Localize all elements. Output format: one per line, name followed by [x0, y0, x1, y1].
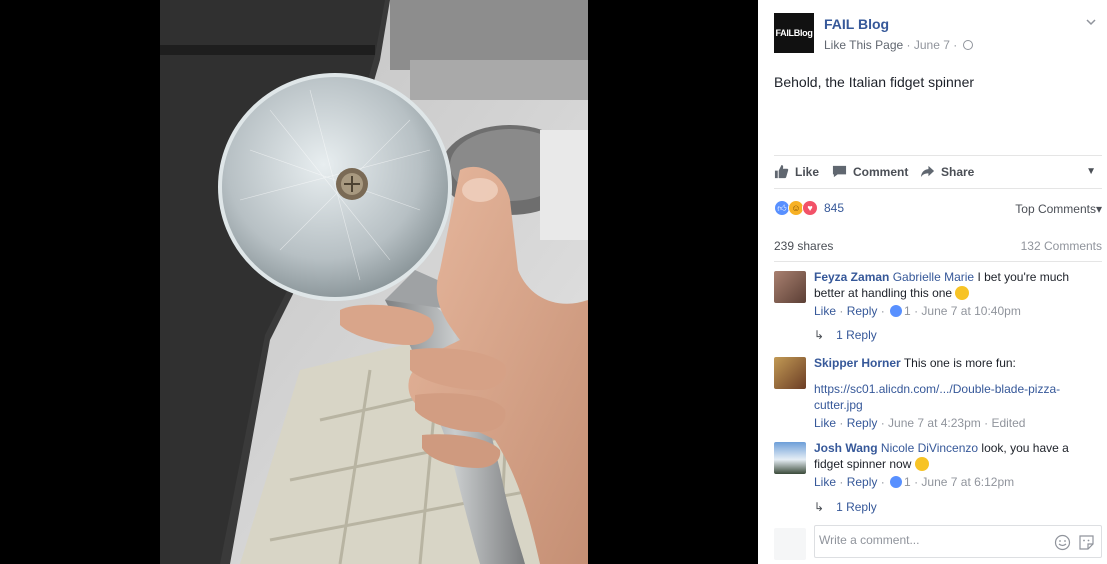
separator-dot: ·	[953, 38, 958, 52]
post-date[interactable]: June 7	[914, 38, 950, 52]
replies-label: 1 Reply	[836, 328, 877, 342]
comment-body: Skipper Horner This one is more fun: htt…	[814, 355, 1084, 431]
share-arrow-icon	[920, 165, 935, 178]
comment-time[interactable]: June 7 at 10:40pm	[921, 304, 1020, 318]
comment-author[interactable]: Skipper Horner	[814, 356, 901, 370]
reply-arrow-icon: ↳	[814, 328, 825, 342]
comment-time[interactable]: June 7 at 6:12pm	[921, 475, 1014, 489]
comment-time[interactable]: June 7 at 4:23pm	[888, 416, 981, 430]
comment-like-link[interactable]: Like	[814, 416, 836, 430]
comment-meta: Like · Reply · 1 · June 7 at 6:12pm	[814, 475, 1015, 489]
post-options-chevron-icon[interactable]	[1085, 16, 1097, 28]
share-button[interactable]: Share	[920, 164, 974, 179]
comment-reply-link[interactable]: Reply	[847, 304, 878, 318]
comment-like-link[interactable]: Like	[814, 304, 836, 318]
smile-emoji-icon	[955, 286, 970, 300]
comment-meta: Like · Reply · 1 · June 7 at 10:40pm	[814, 304, 1021, 318]
like-count[interactable]: 1	[904, 304, 911, 318]
post-actions-bar: Like Comment Share ▼	[774, 155, 1102, 189]
post-panel: FAILBlog FAIL Blog Like This Page · June…	[758, 0, 1107, 564]
page-avatar[interactable]: FAILBlog	[774, 13, 814, 53]
comment-like-link[interactable]: Like	[814, 475, 836, 489]
like-count[interactable]: 1	[904, 475, 911, 489]
tagged-user[interactable]: Gabrielle Marie	[893, 270, 974, 284]
page-name-link[interactable]: FAIL Blog	[824, 16, 889, 32]
sticker-icon[interactable]	[1078, 534, 1095, 551]
like-count-icon	[890, 305, 903, 317]
avatar[interactable]	[774, 442, 806, 474]
view-replies-link[interactable]: ↳ 1 Reply	[814, 500, 877, 514]
like-count-icon	[890, 476, 903, 488]
avatar[interactable]	[774, 271, 806, 303]
edited-label[interactable]: Edited	[991, 416, 1025, 430]
comment-reply-link[interactable]: Reply	[847, 475, 878, 489]
avatar[interactable]	[774, 357, 806, 389]
page-avatar-logo: FAILBlog	[775, 28, 813, 38]
comment-url-link[interactable]: https://sc01.alicdn.com/.../Double-blade…	[814, 381, 1084, 413]
comment-body: Josh Wang Nicole DiVincenzo look, you ha…	[814, 440, 1084, 490]
post-photo[interactable]	[160, 0, 588, 564]
top-comments-dropdown[interactable]: Top Comments▾	[1015, 202, 1102, 216]
comment-body: Feyza Zaman Gabrielle Marie I bet you're…	[814, 269, 1084, 319]
tongue-emoji-icon	[914, 457, 929, 471]
comments-count-link[interactable]: 132 Comments	[1021, 239, 1102, 253]
like-page-link[interactable]: Like This Page	[824, 38, 903, 52]
comment-meta: Like · Reply · June 7 at 4:23pm · Edited	[814, 416, 1026, 430]
replies-label: 1 Reply	[836, 500, 877, 514]
post-subline: Like This Page · June 7 ·	[824, 38, 973, 52]
view-replies-link[interactable]: ↳ 1 Reply	[814, 328, 877, 342]
audience-caret-icon[interactable]: ▼	[1086, 166, 1096, 177]
emoji-picker-icon[interactable]	[1054, 534, 1071, 551]
divider	[774, 261, 1102, 262]
separator-dot: ·	[906, 38, 911, 52]
shares-link[interactable]: 239 shares	[774, 239, 833, 253]
comment-text: This one is more fun:	[903, 356, 1016, 370]
caret-down-icon: ▾	[1095, 202, 1102, 216]
globe-icon	[962, 40, 973, 50]
comment-composer[interactable]	[814, 525, 1102, 558]
comment-author[interactable]: Josh Wang	[814, 441, 878, 455]
tagged-user[interactable]: Nicole DiVincenzo	[881, 441, 978, 455]
post-caption: Behold, the Italian fidget spinner	[774, 74, 975, 90]
comment-label: Comment	[853, 164, 909, 179]
comment-reply-link[interactable]: Reply	[847, 416, 878, 430]
reply-arrow-icon: ↳	[814, 500, 825, 514]
comment-author[interactable]: Feyza Zaman	[814, 270, 889, 284]
love-reaction-icon: ♥	[802, 200, 818, 216]
pizza-cutter-photo	[160, 0, 588, 564]
current-user-avatar	[774, 528, 806, 560]
comment-button[interactable]: Comment	[832, 164, 908, 179]
thumbs-up-icon	[774, 164, 789, 179]
photo-stage	[0, 0, 758, 564]
post-header: FAILBlog FAIL Blog Like This Page · June…	[774, 12, 1104, 54]
reactions-summary[interactable]: 👍︎ ☺︎ ♥ 845	[774, 199, 844, 217]
comment-input[interactable]	[819, 533, 1039, 547]
like-button[interactable]: Like	[774, 164, 819, 179]
like-label: Like	[795, 164, 820, 179]
comment-icon	[832, 165, 847, 178]
reaction-count: 845	[824, 201, 845, 215]
share-label: Share	[941, 164, 975, 179]
top-comments-label: Top Comments	[1015, 202, 1096, 216]
